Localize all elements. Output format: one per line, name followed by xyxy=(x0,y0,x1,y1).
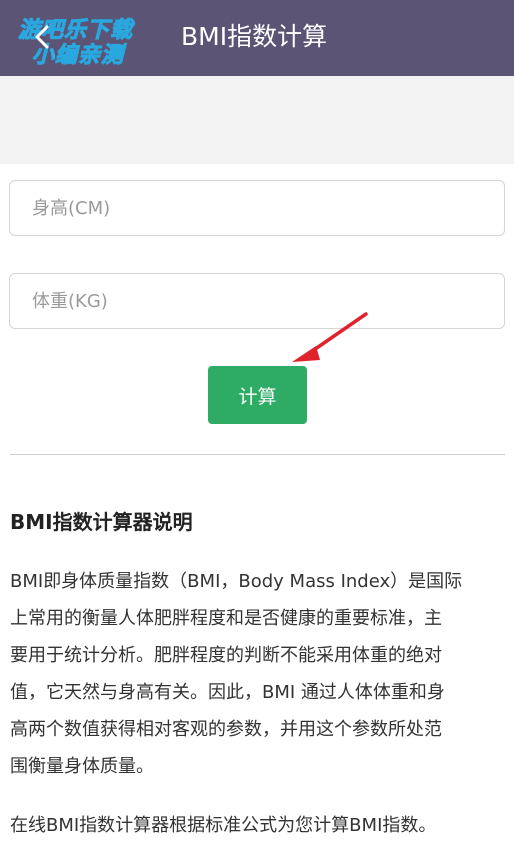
arrow-annotation-icon xyxy=(292,312,368,362)
paragraph-line: 高两个数值获得相对客观的参数，并用这个参数所处范 xyxy=(10,719,442,740)
paragraph-line: 值，它天然与身高有关。因此，BMI 通过人体体重和身 xyxy=(10,682,445,703)
page-title: BMI指数计算 xyxy=(181,22,328,51)
paragraph-line: 上常用的衡量人体肥胖程度和是否健康的重要标准，主 xyxy=(10,608,442,629)
chevron-left-icon[interactable] xyxy=(30,22,54,52)
description-paragraph-2: 在线BMI指数计算器根据标准公式为您计算BMI指数。 xyxy=(10,815,437,836)
section-title: BMI指数计算器说明 xyxy=(10,510,193,534)
weight-input[interactable] xyxy=(9,273,505,329)
header-spacer xyxy=(0,76,514,164)
calculate-button[interactable]: 计算 xyxy=(208,366,307,424)
height-input[interactable] xyxy=(9,180,505,236)
paragraph-line: 要用于统计分析。肥胖程度的判断不能采用体重的绝对 xyxy=(10,645,442,666)
paragraph-line: 围衡量身体质量。 xyxy=(10,756,154,777)
divider xyxy=(10,454,505,455)
description-paragraph: BMI即身体质量指数（BMI，Body Mass Index）是国际 上常用的衡… xyxy=(10,563,508,785)
app-header: 游吧乐下载 小编亲测 BMI指数计算 xyxy=(0,0,514,76)
paragraph-line: BMI即身体质量指数（BMI，Body Mass Index）是国际 xyxy=(10,571,463,592)
